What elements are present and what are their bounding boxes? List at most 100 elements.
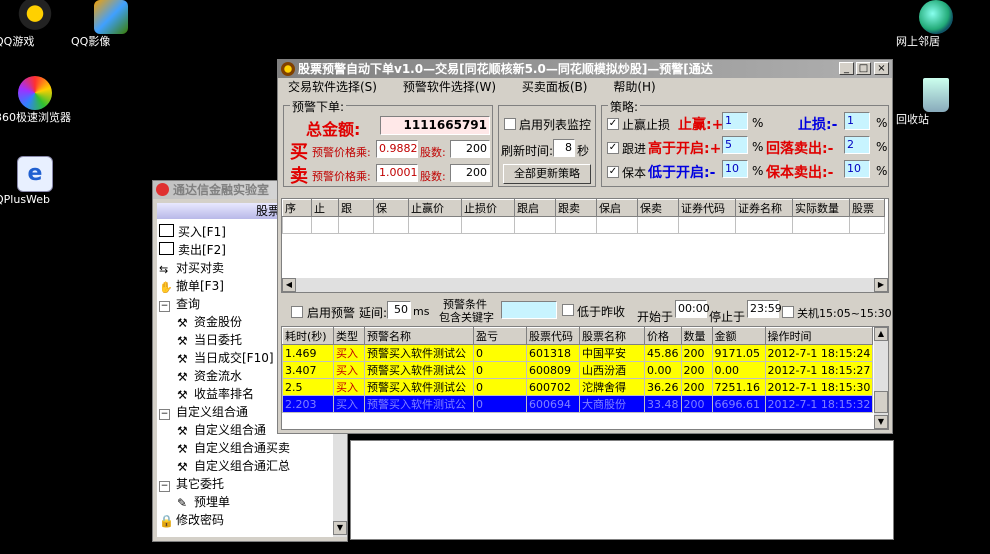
- tree-item-funds[interactable]: ⚒ 资金股份: [177, 313, 242, 331]
- col-qty[interactable]: 实际数量: [792, 199, 850, 217]
- col-code[interactable]: 证券代码: [678, 199, 736, 217]
- tree-item-password[interactable]: 🔒 修改密码: [159, 511, 224, 529]
- enable-alert-checkbox[interactable]: [291, 306, 303, 318]
- col-protect-sell[interactable]: 保卖: [637, 199, 679, 217]
- close-button[interactable]: ×: [874, 62, 889, 75]
- strategy-group: 策略: ✓ 止赢止损 止赢:+ 1 % 止损:- 1 % ✓ 跟进 高于开启:+…: [601, 98, 889, 187]
- col-alert-name[interactable]: 预警名称: [364, 327, 474, 345]
- collapse-icon[interactable]: −: [159, 481, 170, 492]
- shutdown-checkbox[interactable]: [782, 306, 794, 318]
- col-protect-start[interactable]: 保启: [596, 199, 638, 217]
- tree-group-other[interactable]: − 其它委托: [159, 475, 224, 493]
- col-follow-sell[interactable]: 跟卖: [555, 199, 597, 217]
- col-elapsed[interactable]: 耗时(秒): [282, 327, 334, 345]
- scroll-down-icon[interactable]: ▼: [874, 415, 888, 429]
- log-table-row[interactable]: 2.203 买入 预警买入软件测试公 0 600694 大商股份 33.48 200 6696.…: [282, 395, 874, 413]
- log-cell: 2012-7-1 18:15:24: [764, 344, 874, 362]
- col-seq[interactable]: 序: [282, 199, 312, 217]
- below-yesterday-checkbox[interactable]: [562, 304, 574, 316]
- minimize-button[interactable]: _: [839, 62, 854, 75]
- scroll-up-icon[interactable]: ▲: [874, 327, 888, 341]
- buy-shares-input[interactable]: 200: [450, 140, 490, 158]
- tree-item-custom-summary[interactable]: ⚒ 自定义组合通汇总: [177, 457, 290, 475]
- stop-loss-input[interactable]: 1: [844, 112, 870, 130]
- tree-item-today-deals[interactable]: ⚒ 当日成交[F10]: [177, 349, 274, 367]
- desktop-icon-qqgame[interactable]: QQ游戏: [0, 0, 75, 48]
- desktop-icon-qplusweb[interactable]: e QPlusWeb: [0, 156, 75, 206]
- tool-icon: ⚒: [177, 442, 188, 456]
- tree-item-swap[interactable]: ⇆ 对买对卖: [159, 259, 224, 277]
- menu-alert-software[interactable]: 预警软件选择(W): [403, 80, 496, 94]
- menu-trade-software[interactable]: 交易软件选择(S): [288, 80, 377, 94]
- protect-checkbox[interactable]: ✓: [607, 166, 619, 178]
- pullback-input[interactable]: 2: [844, 136, 870, 154]
- take-profit-checkbox[interactable]: ✓: [607, 118, 619, 130]
- scroll-down-icon[interactable]: ▼: [333, 521, 347, 535]
- sell-multiplier-input[interactable]: 1.0001: [376, 164, 418, 182]
- col-op-time[interactable]: 操作时间: [764, 327, 874, 345]
- scroll-left-icon[interactable]: ◀: [282, 278, 296, 292]
- protect-input[interactable]: 10: [722, 160, 748, 178]
- tree-item-custom-trade[interactable]: ⚒ 自定义组合通买卖: [177, 439, 290, 457]
- desktop-icon-qqphoto[interactable]: QQ影像: [71, 0, 151, 48]
- log-table-row[interactable]: 2.5 买入 预警买入软件测试公 0 600702 沱牌舍得 36.26 200 7251.16…: [282, 378, 874, 396]
- col-stock-name[interactable]: 股票名称: [579, 327, 645, 345]
- log-vscrollbar[interactable]: ▲ ▼: [874, 327, 888, 429]
- collapse-icon[interactable]: −: [159, 301, 170, 312]
- menu-help[interactable]: 帮助(H): [613, 80, 655, 94]
- tree-item-cashflow[interactable]: ⚒ 资金流水: [177, 367, 242, 385]
- protect-sell-input[interactable]: 10: [844, 160, 870, 178]
- tree-group-query[interactable]: − 查询: [159, 295, 200, 313]
- refresh-time-input[interactable]: 8: [553, 139, 575, 157]
- col-pnl[interactable]: 盈亏: [473, 327, 527, 345]
- keyword-input[interactable]: [501, 301, 557, 319]
- tree-item-sell[interactable]: 卖出[F2]: [159, 241, 226, 259]
- tree-item-ranking[interactable]: ⚒ 收益率排名: [177, 385, 254, 403]
- buy-multiplier-input[interactable]: 0.9882: [376, 140, 418, 158]
- strategy-hscrollbar[interactable]: ◀ ▶: [282, 278, 888, 292]
- log-table-row[interactable]: 3.407 买入 预警买入软件测试公 0 600809 山西汾酒 0.00 200 0.00 20…: [282, 361, 874, 379]
- delay-input[interactable]: 50: [387, 301, 411, 319]
- col-stop[interactable]: 止: [311, 199, 339, 217]
- desktop-icon-360browser[interactable]: 360极速浏览器: [0, 76, 75, 124]
- tree-item-cancel[interactable]: ✋ 撤单[F3]: [159, 277, 224, 295]
- col-type[interactable]: 类型: [333, 327, 365, 345]
- tree-item-today-orders[interactable]: ⚒ 当日委托: [177, 331, 242, 349]
- col-protect[interactable]: 保: [373, 199, 409, 217]
- col-quantity[interactable]: 数量: [680, 327, 713, 345]
- strategy-table: 序 止 跟 保 止赢价 止损价 跟启 跟卖 保启 保卖 证券代码 证券名称 实际…: [282, 199, 885, 234]
- tree-item-buy[interactable]: 买入[F1]: [159, 223, 226, 241]
- scroll-right-icon[interactable]: ▶: [874, 278, 888, 292]
- col-amount[interactable]: 金额: [711, 327, 766, 345]
- update-all-strategy-button[interactable]: 全部更新策略: [503, 164, 591, 184]
- tree-item-custom[interactable]: ⚒ 自定义组合通: [177, 421, 266, 439]
- tree-item-preorder[interactable]: ✎ 预埋单: [177, 493, 230, 511]
- total-amount-field[interactable]: 1111665791: [380, 116, 490, 135]
- take-profit-input[interactable]: 1: [722, 112, 748, 130]
- scroll-thumb[interactable]: [874, 391, 888, 413]
- col-follow-start[interactable]: 跟启: [514, 199, 556, 217]
- col-price[interactable]: 价格: [644, 327, 682, 345]
- main-titlebar[interactable]: 股票预警自动下单v1.0—交易[同花顺核新5.0—同花顺模拟炒股]—预警[通达 …: [278, 60, 892, 78]
- col-tp-price[interactable]: 止赢价: [408, 199, 462, 217]
- col-name[interactable]: 证券名称: [735, 199, 793, 217]
- start-time-input[interactable]: 00:00: [675, 300, 710, 318]
- col-sl-price[interactable]: 止损价: [461, 199, 515, 217]
- col-stock-code[interactable]: 股票代码: [526, 327, 580, 345]
- col-stock[interactable]: 股票: [849, 199, 885, 217]
- follow-checkbox[interactable]: ✓: [607, 142, 619, 154]
- collapse-icon[interactable]: −: [159, 409, 170, 420]
- strategy-table-row[interactable]: [282, 216, 885, 234]
- log-cell: 45.86: [644, 344, 682, 362]
- sell-shares-input[interactable]: 200: [450, 164, 490, 182]
- log-table-row[interactable]: 1.469 买入 预警买入软件测试公 0 601318 中国平安 45.86 200 9171.…: [282, 344, 874, 362]
- desktop-icon-recycle[interactable]: 回收站: [896, 78, 976, 126]
- menu-trade-panel[interactable]: 买卖面板(B): [522, 80, 588, 94]
- follow-input[interactable]: 5: [722, 136, 748, 154]
- maximize-button[interactable]: □: [856, 62, 871, 75]
- tree-group-custom[interactable]: − 自定义组合通: [159, 403, 248, 421]
- col-follow[interactable]: 跟: [338, 199, 374, 217]
- stop-time-input[interactable]: 23:59: [747, 300, 782, 318]
- enable-list-checkbox[interactable]: [504, 118, 516, 130]
- desktop-icon-network[interactable]: 网上邻居: [896, 0, 976, 48]
